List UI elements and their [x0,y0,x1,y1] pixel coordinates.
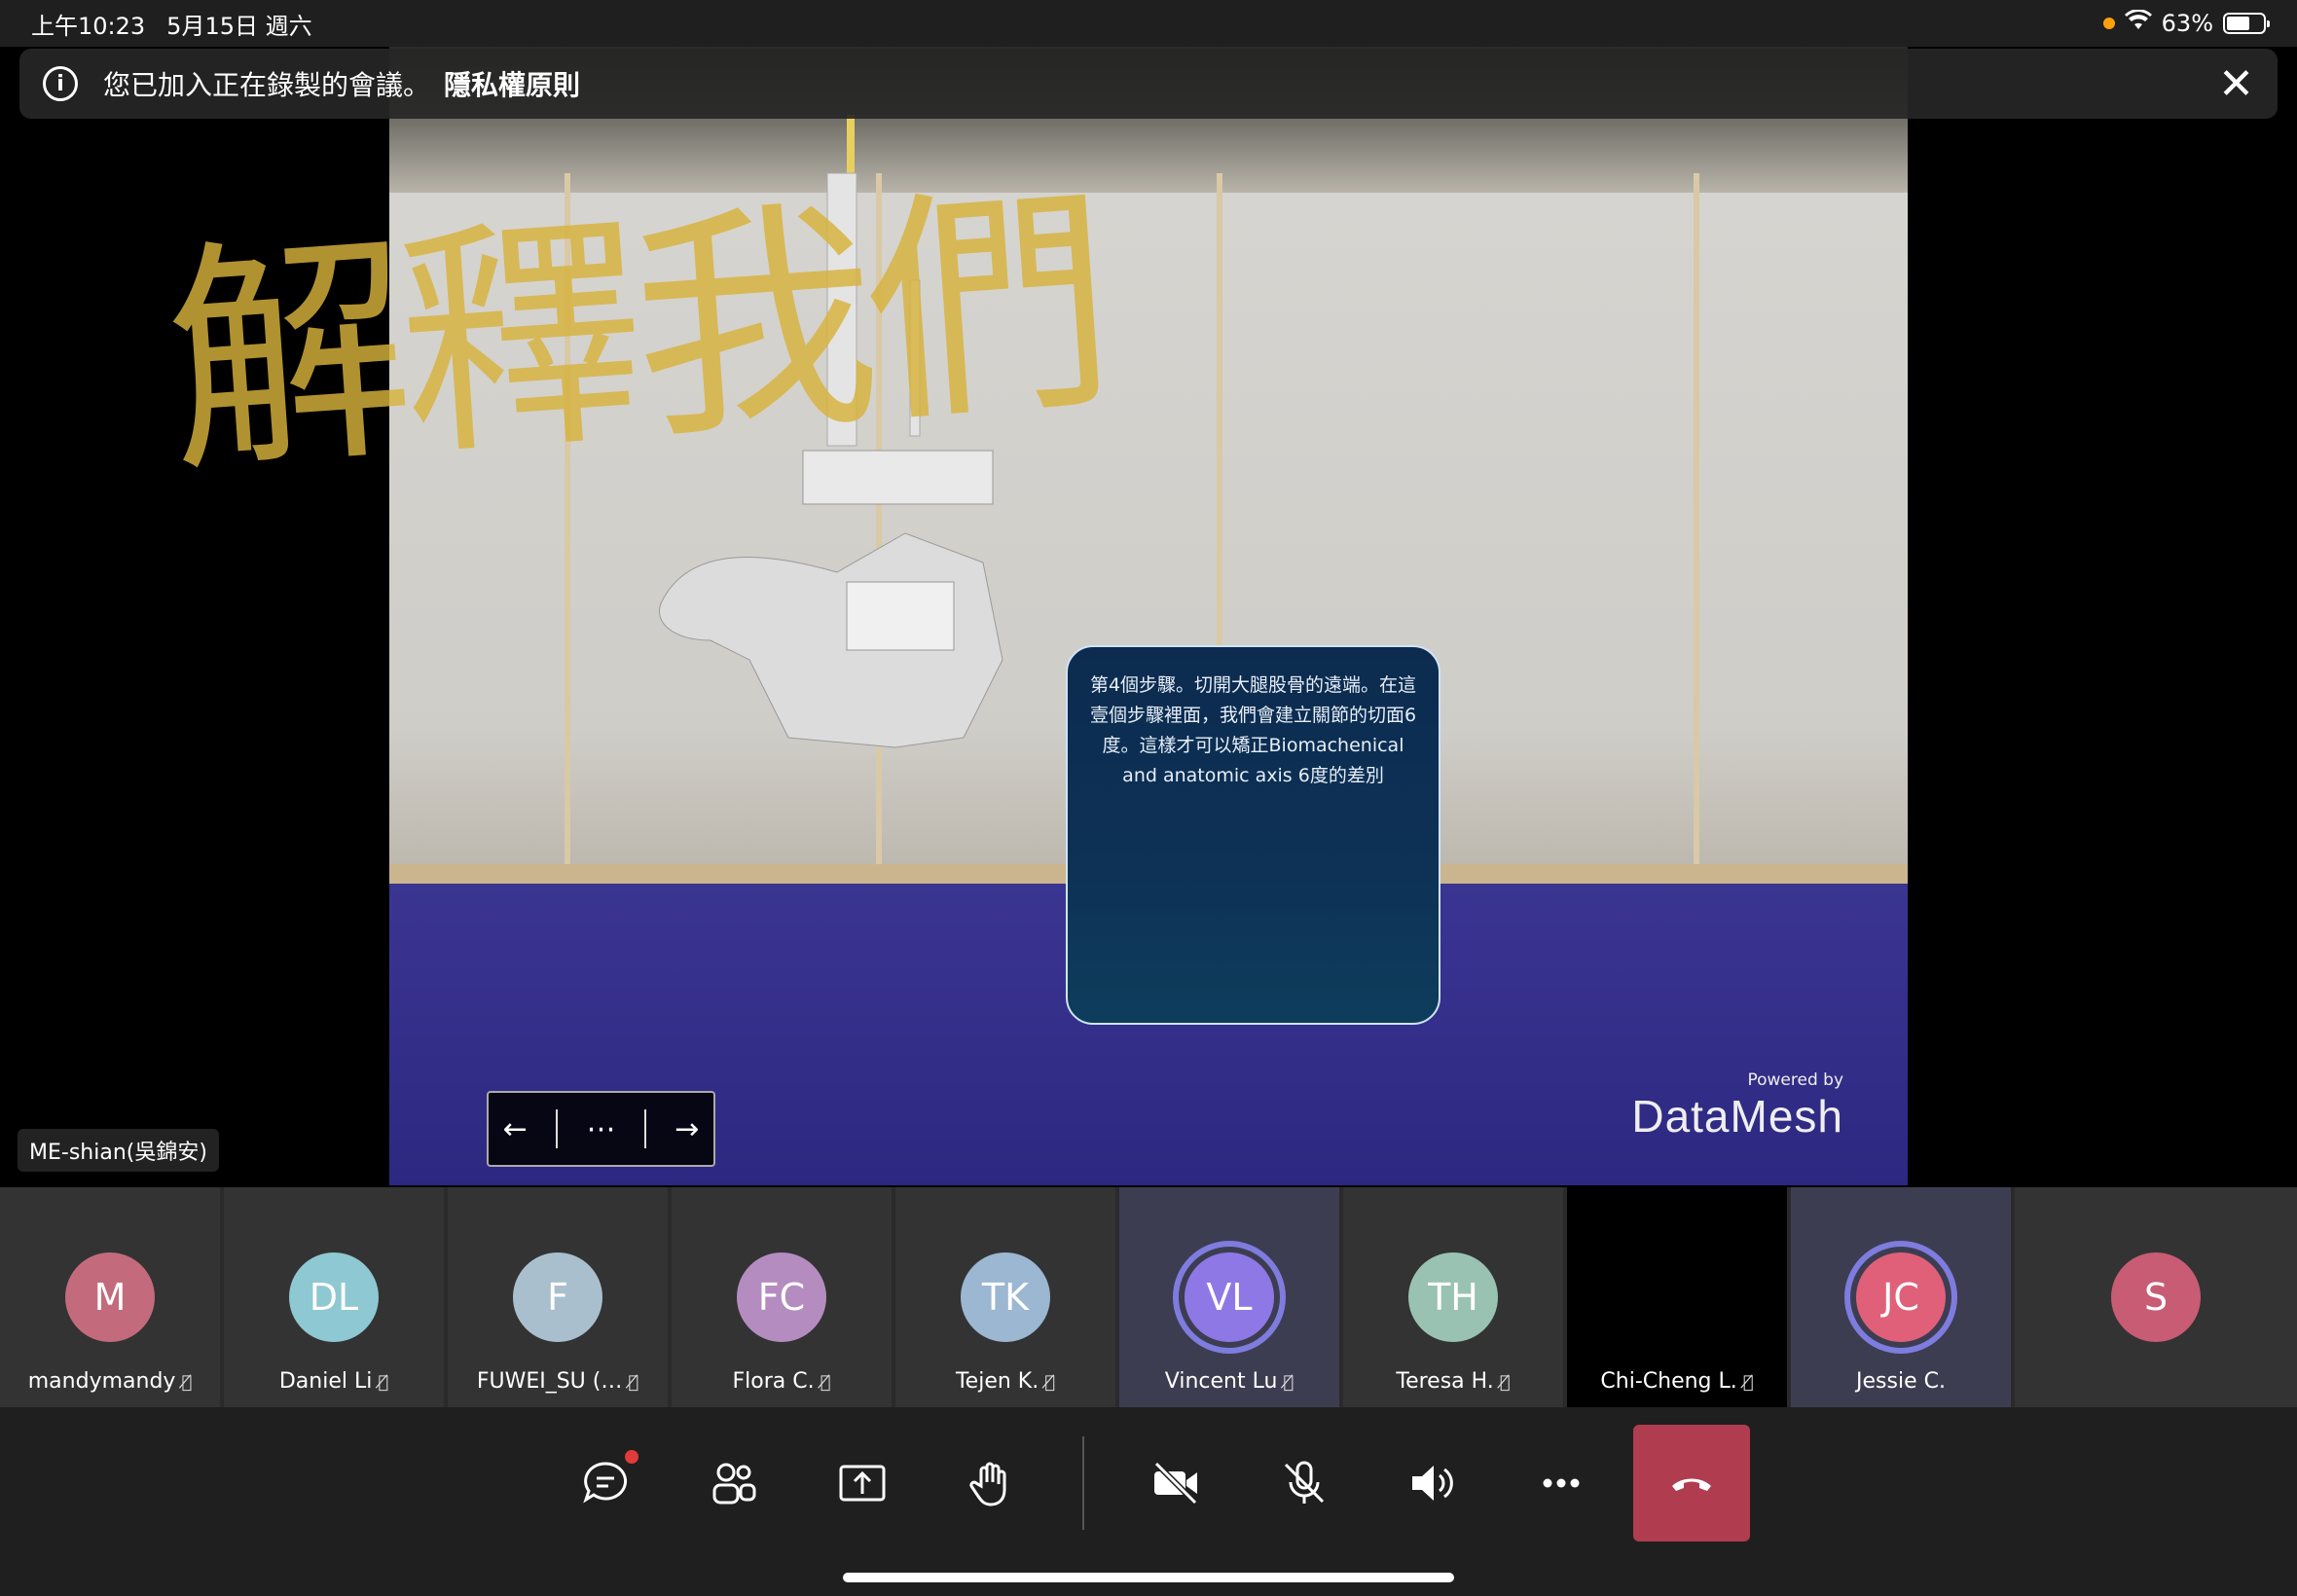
main-video-stage: 第4個步驟。切開大腿股骨的遠端。在這壹個步驟裡面，我們會建立關節的切面6度。這樣… [0,47,2297,1187]
muted-mic-icon: 🎙̸ [1499,1372,1511,1393]
participant-name: Tejen K. [955,1369,1039,1394]
battery-percent: 63% [2161,10,2213,37]
participants-button[interactable] [675,1425,792,1542]
participant-name-row: FUWEI_SU (… 🎙̸ [448,1369,668,1394]
datamesh-logo: DataMesh [1631,1091,1843,1142]
participant-tile-video[interactable]: Chi-Cheng L. 🎙̸ [1567,1187,1787,1407]
participant-tile[interactable]: DL Daniel Li 🎙̸ [224,1187,444,1407]
participant-tile[interactable]: S [2015,1187,2297,1407]
previous-arrow-icon[interactable]: ← [503,1112,528,1146]
unread-dot [625,1450,638,1464]
close-icon[interactable]: ✕ [2218,59,2254,109]
control-divider [1082,1436,1084,1530]
speaker-icon [1412,1466,1453,1501]
hang-up-button[interactable] [1633,1425,1750,1542]
annotation-scribble: 解釋我們 [158,158,1111,507]
privacy-policy-link[interactable]: 隱私權原則 [444,64,580,103]
participant-name: Chi-Cheng L. [1600,1369,1737,1394]
wall-seam [1694,173,1699,874]
presenter-name-label: ME-shian(吳錦安) [18,1129,219,1172]
muted-mic-icon: 🎙̸ [820,1372,831,1393]
muted-mic-icon: 🎙̸ [628,1372,639,1393]
participant-name: Vincent Lu [1164,1369,1278,1394]
avatar: F [513,1252,602,1342]
mic-off-icon [1284,1461,1325,1504]
participant-strip: M mandymandy 🎙̸ DL Daniel Li 🎙̸ F FUWEI_SU… [0,1187,2297,1407]
muted-mic-icon: 🎙̸ [1742,1372,1754,1393]
people-icon [712,1463,756,1505]
hang-up-icon [1672,1478,1711,1491]
participant-name: Flora C. [732,1369,815,1394]
status-time: 上午10:23 [31,12,146,40]
participant-tile-speaking[interactable]: VL Vincent Lu 🎙̸ [1119,1187,1339,1407]
camera-off-icon [1153,1461,1198,1505]
participant-name-row: Tejen K. 🎙̸ [895,1369,1115,1394]
powered-by-label: Powered by [1747,1070,1843,1090]
avatar: DL [289,1252,379,1342]
avatar: S [2111,1252,2201,1342]
participant-name-row: Daniel Li 🎙̸ [224,1369,444,1394]
mic-toggle-button[interactable] [1246,1425,1363,1542]
muted-mic-icon: 🎙̸ [1044,1372,1056,1393]
participant-name: Daniel Li [278,1369,373,1394]
chat-button[interactable] [547,1425,664,1542]
avatar: TK [961,1252,1050,1342]
participant-name: Jessie C. [1856,1369,1946,1394]
datamesh-branding: Powered by DataMesh [1631,1070,1843,1143]
chat-icon [583,1462,628,1504]
share-icon [839,1465,886,1502]
participant-tile[interactable]: FC Flora C. 🎙̸ [672,1187,892,1407]
participant-name-row: Teresa H. 🎙̸ [1343,1369,1563,1394]
info-icon: i [43,66,78,101]
participant-name-row: Chi-Cheng L. 🎙̸ [1567,1369,1787,1394]
camera-toggle-button[interactable] [1117,1425,1234,1542]
participant-name: mandymandy [27,1369,176,1394]
more-button[interactable] [1503,1425,1620,1542]
status-date: 5月15日 週六 [166,12,312,40]
ios-status-bar: 上午10:23 5月15日 週六 63% [0,0,2297,47]
participant-tile[interactable]: TH Teresa H. 🎙̸ [1343,1187,1563,1407]
avatar: VL [1185,1252,1274,1342]
call-control-bar [0,1407,2297,1596]
nav-divider [643,1109,646,1148]
wifi-icon [2124,9,2152,37]
next-arrow-icon[interactable]: → [675,1112,699,1146]
recording-message: 您已加入正在錄製的會議。 [103,69,431,101]
share-button[interactable] [804,1425,921,1542]
participant-tile[interactable]: TK Tejen K. 🎙̸ [895,1187,1115,1407]
instruction-card: 第4個步驟。切開大腿股骨的遠端。在這壹個步驟裡面，我們會建立關節的切面6度。這樣… [1066,645,1440,1025]
participant-name-row: Vincent Lu 🎙̸ [1119,1369,1339,1394]
participant-name-row: Flora C. 🎙̸ [672,1369,892,1394]
avatar: TH [1408,1252,1498,1342]
slide-navigation: ← ⋯ → [487,1091,715,1167]
participant-tile[interactable]: M mandymandy 🎙̸ [0,1187,220,1407]
nav-divider [556,1109,559,1148]
muted-mic-icon: 🎙̸ [181,1372,193,1393]
more-options-icon[interactable]: ⋯ [587,1112,616,1146]
participant-tile[interactable]: F FUWEI_SU (… 🎙̸ [448,1187,668,1407]
speaker-button[interactable] [1374,1425,1491,1542]
home-indicator[interactable] [843,1573,1454,1582]
participant-name: Teresa H. [1396,1369,1494,1394]
more-icon [1543,1478,1580,1488]
avatar: FC [737,1252,826,1342]
participant-name-row: mandymandy 🎙̸ [0,1369,220,1394]
participant-tile-speaking[interactable]: JC Jessie C. [1791,1187,2011,1407]
muted-mic-icon: 🎙̸ [1283,1372,1294,1393]
muted-mic-icon: 🎙̸ [378,1372,389,1393]
raise-hand-button[interactable] [932,1425,1049,1542]
mic-in-use-indicator-icon [2102,18,2115,29]
avatar: JC [1856,1252,1946,1342]
raise-hand-icon [969,1462,1006,1506]
avatar: M [65,1252,155,1342]
participant-name: FUWEI_SU (… [476,1369,623,1394]
battery-icon [2223,13,2270,34]
instruction-text: 第4個步驟。切開大腿股骨的遠端。在這壹個步驟裡面，我們會建立關節的切面6度。這樣… [1089,674,1417,786]
handwritten-annotation: 解釋我們 [159,134,1411,506]
recording-notice-banner: i 您已加入正在錄製的會議。 隱私權原則 ✕ [19,49,2278,119]
